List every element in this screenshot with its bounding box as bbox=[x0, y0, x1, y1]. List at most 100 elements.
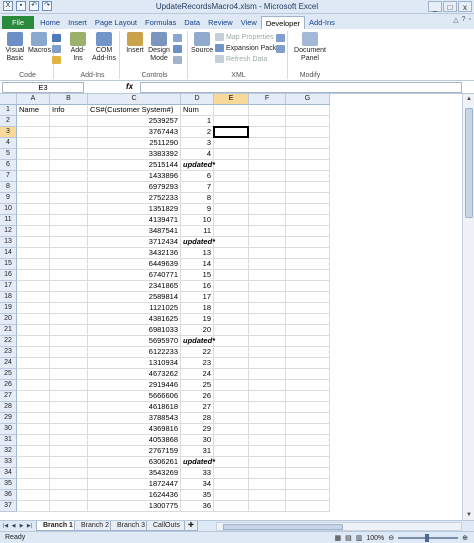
vertical-scrollbar[interactable]: ▲ ▼ bbox=[462, 94, 474, 520]
relative-references-icon[interactable] bbox=[52, 45, 61, 53]
cell-e33[interactable] bbox=[214, 457, 249, 468]
scroll-down-icon[interactable]: ▼ bbox=[463, 510, 474, 520]
row-header[interactable]: 13 bbox=[0, 237, 17, 248]
cell-f11[interactable] bbox=[249, 215, 286, 226]
cell-e4[interactable] bbox=[214, 138, 249, 149]
cell-b5[interactable] bbox=[50, 149, 88, 160]
cell-d19[interactable]: 18 bbox=[181, 303, 214, 314]
cell-f35[interactable] bbox=[249, 479, 286, 490]
cell-g31[interactable] bbox=[286, 435, 330, 446]
cell-f34[interactable] bbox=[249, 468, 286, 479]
cell-f28[interactable] bbox=[249, 402, 286, 413]
cell-a13[interactable] bbox=[17, 237, 50, 248]
properties-icon[interactable] bbox=[173, 34, 182, 42]
cell-f15[interactable] bbox=[249, 259, 286, 270]
cell-b34[interactable] bbox=[50, 468, 88, 479]
cell-d17[interactable]: 16 bbox=[181, 281, 214, 292]
row-header[interactable]: 33 bbox=[0, 457, 17, 468]
cell-f16[interactable] bbox=[249, 270, 286, 281]
row-header[interactable]: 4 bbox=[0, 138, 17, 149]
vertical-scroll-thumb[interactable] bbox=[465, 108, 473, 218]
cell-g27[interactable] bbox=[286, 391, 330, 402]
cell-a7[interactable] bbox=[17, 171, 50, 182]
last-sheet-icon[interactable]: ▶| bbox=[26, 522, 33, 530]
cell-d33[interactable]: updated* bbox=[181, 457, 215, 468]
cell-c13[interactable]: 3712434 bbox=[88, 237, 181, 248]
cell-f17[interactable] bbox=[249, 281, 286, 292]
export-icon[interactable] bbox=[276, 45, 285, 53]
cell-c17[interactable]: 2341865 bbox=[88, 281, 181, 292]
cell-e17[interactable] bbox=[214, 281, 249, 292]
cell-c12[interactable]: 3487541 bbox=[88, 226, 181, 237]
cell-a10[interactable] bbox=[17, 204, 50, 215]
next-sheet-icon[interactable]: ▶ bbox=[18, 522, 25, 530]
cell-g34[interactable] bbox=[286, 468, 330, 479]
cell-d4[interactable]: 3 bbox=[181, 138, 214, 149]
cell-e6[interactable] bbox=[214, 160, 249, 171]
cell-b3[interactable] bbox=[50, 127, 88, 138]
tab-review[interactable]: Review bbox=[204, 16, 237, 29]
cell-g11[interactable] bbox=[286, 215, 330, 226]
row-header[interactable]: 28 bbox=[0, 402, 17, 413]
cell-a30[interactable] bbox=[17, 424, 50, 435]
name-box[interactable]: E3 bbox=[2, 82, 84, 93]
cell-a35[interactable] bbox=[17, 479, 50, 490]
cell-a1[interactable]: Name bbox=[17, 105, 50, 116]
row-header[interactable]: 32 bbox=[0, 446, 17, 457]
cell-b16[interactable] bbox=[50, 270, 88, 281]
cell-g5[interactable] bbox=[286, 149, 330, 160]
cell-d5[interactable]: 4 bbox=[181, 149, 214, 160]
row-header[interactable]: 3 bbox=[0, 127, 17, 138]
help-icon[interactable]: ? bbox=[462, 16, 466, 24]
cell-d22[interactable]: updated* bbox=[181, 336, 215, 347]
select-all-corner[interactable] bbox=[0, 94, 17, 105]
row-header[interactable]: 16 bbox=[0, 270, 17, 281]
cell-g15[interactable] bbox=[286, 259, 330, 270]
cell-a20[interactable] bbox=[17, 314, 50, 325]
cell-e31[interactable] bbox=[214, 435, 249, 446]
cell-c15[interactable]: 6449639 bbox=[88, 259, 181, 270]
cell-a32[interactable] bbox=[17, 446, 50, 457]
cell-g28[interactable] bbox=[286, 402, 330, 413]
cell-a24[interactable] bbox=[17, 358, 50, 369]
cell-g16[interactable] bbox=[286, 270, 330, 281]
maximize-button[interactable]: □ bbox=[443, 1, 457, 12]
source-button[interactable]: Source bbox=[191, 32, 213, 55]
cell-b13[interactable] bbox=[50, 237, 88, 248]
cell-c2[interactable]: 2539257 bbox=[88, 116, 181, 127]
cell-g18[interactable] bbox=[286, 292, 330, 303]
cell-a34[interactable] bbox=[17, 468, 50, 479]
tab-home[interactable]: Home bbox=[36, 16, 64, 29]
cell-a5[interactable] bbox=[17, 149, 50, 160]
tab-data[interactable]: Data bbox=[180, 16, 204, 29]
cell-c30[interactable]: 4369816 bbox=[88, 424, 181, 435]
cell-c34[interactable]: 3543269 bbox=[88, 468, 181, 479]
cell-f4[interactable] bbox=[249, 138, 286, 149]
row-header[interactable]: 12 bbox=[0, 226, 17, 237]
horizontal-scroll-thumb[interactable] bbox=[223, 524, 343, 530]
run-dialog-icon[interactable] bbox=[173, 56, 182, 64]
cell-g21[interactable] bbox=[286, 325, 330, 336]
cell-c36[interactable]: 1624436 bbox=[88, 490, 181, 501]
cell-d3[interactable]: 2 bbox=[181, 127, 214, 138]
cell-c19[interactable]: 1121025 bbox=[88, 303, 181, 314]
zoom-slider[interactable] bbox=[398, 534, 459, 542]
row-header[interactable]: 19 bbox=[0, 303, 17, 314]
cell-b36[interactable] bbox=[50, 490, 88, 501]
cell-c27[interactable]: 5666606 bbox=[88, 391, 181, 402]
cell-a19[interactable] bbox=[17, 303, 50, 314]
cell-a26[interactable] bbox=[17, 380, 50, 391]
cell-g37[interactable] bbox=[286, 501, 330, 512]
cell-g23[interactable] bbox=[286, 347, 330, 358]
cell-b12[interactable] bbox=[50, 226, 88, 237]
tab-view[interactable]: View bbox=[237, 16, 261, 29]
insert-sheet-icon[interactable]: ✚ bbox=[184, 521, 198, 531]
expansion-packs-button[interactable]: Expansion Packs bbox=[215, 44, 280, 52]
cell-d35[interactable]: 34 bbox=[181, 479, 214, 490]
cell-e9[interactable] bbox=[214, 193, 249, 204]
cell-d29[interactable]: 28 bbox=[181, 413, 214, 424]
cell-b11[interactable] bbox=[50, 215, 88, 226]
cell-f3[interactable] bbox=[249, 127, 286, 138]
cell-c4[interactable]: 2511290 bbox=[88, 138, 181, 149]
cell-a28[interactable] bbox=[17, 402, 50, 413]
